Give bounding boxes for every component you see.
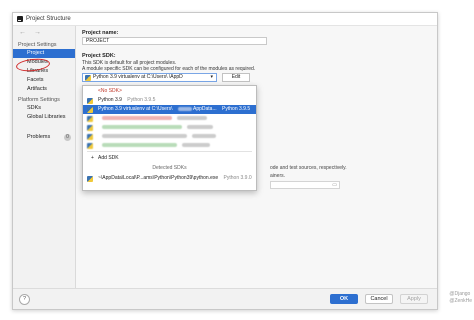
watermark-line-1: @Django	[449, 291, 471, 297]
redacted-sdk-version	[192, 133, 217, 138]
python-sdk-option[interactable]: Python 3.9 Python 3.9.5	[83, 96, 256, 105]
no-sdk-option[interactable]: <No SDK>	[83, 87, 256, 96]
python-sdk-name: Python 3.9	[98, 97, 122, 103]
project-settings-header: Project Settings	[18, 42, 57, 48]
python-icon	[87, 115, 93, 122]
separator	[87, 151, 252, 152]
python-icon	[87, 175, 93, 182]
title-bar: Project Structure	[13, 13, 437, 26]
redacted-sdk-version	[182, 142, 211, 147]
ok-button[interactable]: OK	[330, 294, 358, 304]
redacted-username	[177, 106, 192, 111]
python-sdk-version: Python 3.9.5	[127, 97, 156, 103]
cancel-button[interactable]: Cancel	[365, 294, 393, 304]
sidebar-item-problems[interactable]: Problems 0	[13, 133, 75, 142]
compiler-output-field[interactable]: ▭	[270, 181, 340, 189]
redacted-sdk-path	[102, 124, 182, 129]
watermark: @Django @ZenkHe	[449, 291, 472, 305]
redacted-sdk-version	[177, 115, 208, 120]
redacted-sdk-option[interactable]	[83, 123, 256, 132]
problems-count-badge: 0	[64, 134, 71, 141]
redacted-sdk-path	[102, 115, 172, 120]
window-title: Project Structure	[26, 16, 71, 22]
virtualenv-sdk-option[interactable]: Python 3.9 virtualenv at C:\Users\ AppDa…	[83, 105, 256, 114]
redacted-sdk-path	[102, 142, 177, 147]
project-name-field[interactable]: PROJECT	[82, 37, 267, 45]
detected-sdks-header: Detected SDKs	[152, 165, 187, 171]
edit-sdk-button[interactable]: Edit	[222, 73, 250, 82]
virtualenv-sdk-path: Python 3.9 virtualenv at C:\Users\	[98, 106, 173, 112]
python-icon	[87, 142, 93, 149]
python-icon	[87, 97, 93, 104]
detected-sdk-path: ~\AppData\Local\P...ams\Python\Python39\…	[98, 175, 219, 181]
redacted-sdk-option[interactable]	[83, 114, 256, 123]
hidden-description-text-2: ainers.	[270, 173, 286, 179]
virtualenv-sdk-version: Python 3.9.5	[222, 106, 251, 112]
settings-sidebar: ← → Project Settings Project Modules Lib…	[13, 26, 76, 309]
platform-settings-header: Platform Settings	[18, 97, 60, 103]
detected-sdk-version: Python 3.9.0	[223, 175, 252, 181]
plus-icon: +	[91, 155, 94, 161]
sidebar-item-global-libraries[interactable]: Global Libraries	[13, 113, 75, 122]
problems-label: Problems	[27, 134, 51, 140]
folder-icon: ▭	[332, 182, 337, 188]
sidebar-item-project[interactable]: Project	[13, 49, 75, 58]
chevron-down-icon: ▾	[210, 74, 213, 80]
sdk-selected-value: Python 3.9 virtualenv at C:\Users\ \AppD	[93, 74, 183, 80]
detected-sdk-option[interactable]: ~\AppData\Local\P...ams\Python\Python39\…	[83, 174, 256, 183]
redacted-sdk-option[interactable]	[83, 132, 256, 141]
add-sdk-label: Add SDK	[98, 155, 119, 161]
project-name-label: Project name:	[82, 30, 119, 36]
redacted-sdk-version	[187, 124, 214, 129]
dialog-button-bar: ? OK Cancel Apply	[13, 288, 437, 309]
add-sdk-option[interactable]: + Add SDK	[83, 154, 256, 163]
back-forward-arrows-icon[interactable]: ← →	[19, 29, 44, 36]
virtualenv-sdk-path-end: AppData...	[193, 106, 217, 112]
redacted-sdk-option[interactable]	[83, 141, 256, 150]
project-sdk-combobox[interactable]: Python 3.9 virtualenv at C:\Users\ \AppD…	[82, 73, 217, 82]
python-icon	[87, 124, 93, 131]
sdk-dropdown-popup: <No SDK> Python 3.9 Python 3.9.5 Python …	[82, 85, 257, 191]
python-icon	[87, 133, 93, 140]
watermark-line-2: @ZenkHe	[449, 298, 472, 304]
hidden-description-text: ode and test sources, respectively.	[270, 165, 347, 171]
sidebar-item-artifacts[interactable]: Artifacts	[13, 85, 75, 94]
python-icon	[87, 106, 93, 113]
sidebar-item-facets[interactable]: Facets	[13, 76, 75, 85]
sdk-description-line-2: A module specific SDK can be configured …	[82, 66, 256, 72]
sidebar-item-sdks[interactable]: SDKs	[13, 104, 75, 113]
python-icon	[85, 74, 91, 81]
intellij-app-icon	[17, 16, 23, 22]
apply-button[interactable]: Apply	[400, 294, 428, 304]
project-sdk-label: Project SDK:	[82, 53, 116, 59]
redacted-sdk-path	[102, 133, 187, 138]
help-icon[interactable]: ?	[19, 294, 30, 305]
